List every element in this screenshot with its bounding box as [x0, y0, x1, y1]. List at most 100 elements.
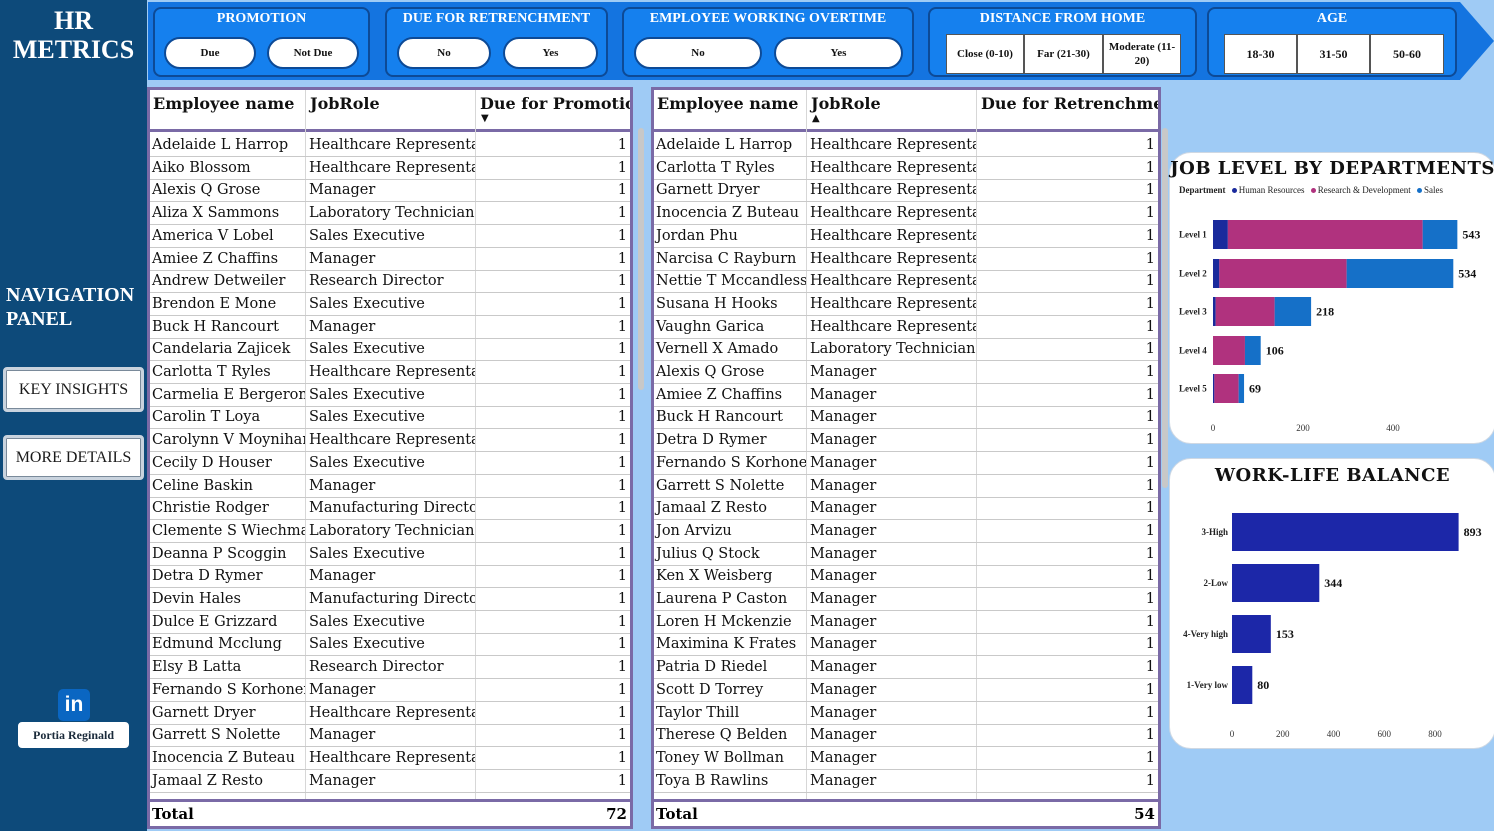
job-level-bar-segment[interactable]	[1213, 220, 1228, 249]
work-life-bar[interactable]	[1232, 615, 1271, 653]
job-level-bar-segment[interactable]	[1227, 220, 1423, 249]
table-row[interactable]: Toya B Rawlins Manager 1	[654, 770, 1158, 793]
linkedin-icon[interactable]: in	[58, 689, 90, 721]
table-row[interactable]: Inocencia Z Buteau Healthcare Representat…	[654, 202, 1158, 226]
table-row[interactable]: Buck H Rancourt Manager 1	[150, 316, 630, 339]
table-row[interactable]: Edmund Mcclung Sales Executive 1	[150, 633, 630, 657]
table-row[interactable]: Taylor Thill Manager 1	[654, 702, 1158, 725]
table-row[interactable]: Carmelia E Bergeron Sales Executive 1	[150, 384, 630, 407]
job-level-bar-segment[interactable]	[1214, 374, 1239, 403]
job-level-bar-segment[interactable]	[1422, 220, 1458, 249]
promotion-col-due-for-promotion[interactable]: Due for Promotion	[477, 90, 630, 129]
age-50-60-option[interactable]: 50-60	[1370, 34, 1444, 74]
promotion-not-due-option[interactable]: Not Due	[267, 37, 359, 69]
overtime-no-option[interactable]: No	[634, 37, 762, 69]
retrenchment-table-scrollbar[interactable]	[1162, 128, 1168, 488]
key-insights-button[interactable]: KEY INSIGHTS	[3, 367, 144, 412]
overtime-yes-option[interactable]: Yes	[774, 37, 903, 69]
job-level-bar-segment[interactable]	[1213, 374, 1215, 403]
table-row[interactable]: Susana H Hooks Healthcare Representative 1	[654, 293, 1158, 316]
table-row[interactable]: Dulce E Grizzard Sales Executive 1	[150, 611, 630, 634]
table-row[interactable]: Garnett Dryer Healthcare Representative 1	[654, 179, 1158, 203]
table-row[interactable]: Elsy B Latta Research Director 1	[150, 656, 630, 680]
table-row[interactable]: Patria D Riedel Manager 1	[654, 656, 1158, 680]
job-level-bar-segment[interactable]	[1274, 297, 1312, 326]
table-row[interactable]: Deanna P Scoggin Sales Executive 1	[150, 543, 630, 566]
table-row[interactable]: Devin Hales Manufacturing Director 1	[150, 588, 630, 611]
table-row[interactable]: Detra D Rymer Manager 1	[150, 565, 630, 589]
table-row[interactable]: Detra D Rymer Manager 1	[654, 429, 1158, 453]
table-row[interactable]: Celine Baskin Manager 1	[150, 475, 630, 498]
table-row[interactable]: Fernando S Korhonen Manager 1	[150, 679, 630, 702]
retrenchment-no-option[interactable]: No	[397, 37, 491, 69]
table-row[interactable]: Amiee Z Chaffins Manager 1	[150, 248, 630, 271]
distance-close-option[interactable]: Close (0-10)	[946, 34, 1024, 74]
table-row[interactable]: Aiko Blossom Healthcare Representative 1	[150, 157, 630, 180]
table-row[interactable]: Aliza X Sammons Laboratory Technician 1	[150, 202, 630, 226]
table-row[interactable]: Jamaal Z Resto Manager 1	[654, 497, 1158, 521]
table-row[interactable]: Adelaide L Harrop Healthcare Representati…	[654, 134, 1158, 157]
age-31-50-option[interactable]: 31-50	[1297, 34, 1370, 74]
retrenchment-col-jobrole[interactable]: JobRole	[808, 90, 976, 129]
table-row[interactable]: Clemente S WiechmannLaboratory Technicia…	[150, 520, 630, 543]
table-row[interactable]: Inocencia Z Buteau Healthcare Representat…	[150, 747, 630, 770]
job-level-bar-segment[interactable]	[1213, 336, 1245, 365]
promotion-due-option[interactable]: Due	[164, 37, 256, 69]
table-row[interactable]: America V Lobel Sales Executive 1	[150, 225, 630, 248]
table-row[interactable]: Therese Q Belden Manager 1	[654, 724, 1158, 748]
author-name-badge[interactable]: Portia Reginald	[18, 722, 129, 748]
table-row[interactable]: Garnett Dryer Healthcare Representative 1	[150, 702, 630, 725]
table-row[interactable]: Alexis Q Grose Manager 1	[654, 361, 1158, 384]
distance-far-option[interactable]: Far (21-30)	[1024, 34, 1103, 74]
work-life-bar[interactable]	[1232, 666, 1253, 704]
table-row[interactable]: Garrett S Nolette Manager 1	[150, 724, 630, 748]
table-row[interactable]: Jamaal Z Resto Manager 1	[150, 770, 630, 793]
promotion-table-scrollbar[interactable]	[638, 128, 644, 390]
sort-ascending-icon[interactable]: ▲	[812, 113, 820, 124]
job-level-bar-segment[interactable]	[1219, 259, 1347, 288]
table-row[interactable]: Toney W Bollman Manager 1	[654, 747, 1158, 770]
job-level-bar-segment[interactable]	[1238, 374, 1245, 403]
work-life-bar[interactable]	[1232, 564, 1320, 602]
retrenchment-col-due-for-retrenchment[interactable]: Due for Retrenchment	[978, 90, 1158, 129]
table-row[interactable]: Jon Arvizu Manager 1	[654, 520, 1158, 543]
job-level-bar-segment[interactable]	[1244, 336, 1261, 365]
table-row[interactable]: Nettie T MccandlessHealthcare Representa…	[654, 270, 1158, 294]
age-18-30-option[interactable]: 18-30	[1224, 34, 1297, 74]
table-row[interactable]: Cecily D Houser Sales Executive 1	[150, 452, 630, 475]
table-row[interactable]: Jordan Phu Healthcare Representative 1	[654, 225, 1158, 248]
table-row[interactable]: Garrett S Nolette Manager 1	[654, 475, 1158, 498]
promotion-col-employee-name[interactable]: Employee name	[150, 90, 305, 129]
table-row[interactable]: Carolin T Loya Sales Executive 1	[150, 406, 630, 430]
table-row[interactable]: Carlotta T Ryles Healthcare Representativ…	[150, 361, 630, 384]
table-row[interactable]: Buck H Rancourt Manager 1	[654, 406, 1158, 430]
table-row[interactable]: Scott D Torrey Manager 1	[654, 679, 1158, 702]
promotion-col-jobrole[interactable]: JobRole	[307, 90, 475, 129]
table-row[interactable]: Carolynn V MoynihanHealthcare Representa…	[150, 429, 630, 453]
job-level-bar-segment[interactable]	[1215, 297, 1275, 326]
table-row[interactable]: Adelaide L Harrop Healthcare Representati…	[150, 134, 630, 157]
table-row[interactable]: Brendon E Mone Sales Executive 1	[150, 293, 630, 316]
table-row[interactable]: Andrew Detweiler Research Director 1	[150, 270, 630, 294]
job-level-bar-segment[interactable]	[1213, 259, 1220, 288]
job-level-bar-segment[interactable]	[1346, 259, 1454, 288]
table-row[interactable]: Narcisa C Rayburn Healthcare Representati…	[654, 248, 1158, 271]
table-row[interactable]: Christie Rodger Manufacturing Director 1	[150, 497, 630, 521]
table-row[interactable]: Fernando S Korhonen Manager 1	[654, 452, 1158, 475]
table-row[interactable]: Vernell X Amado Laboratory Technician 1	[654, 338, 1158, 362]
sort-descending-icon[interactable]: ▼	[481, 113, 489, 124]
retrenchment-yes-option[interactable]: Yes	[503, 37, 598, 69]
distance-moderate-option[interactable]: Moderate (11-20)	[1103, 34, 1181, 74]
table-row[interactable]: Alexis Q Grose Manager 1	[150, 179, 630, 203]
work-life-bar[interactable]	[1232, 513, 1459, 551]
table-row[interactable]: Laurena P Caston Manager 1	[654, 588, 1158, 611]
job-level-bar-segment[interactable]	[1213, 297, 1216, 326]
table-row[interactable]: Maximina K Frates Manager 1	[654, 633, 1158, 657]
table-row[interactable]: Julius Q Stock Manager 1	[654, 543, 1158, 566]
table-row[interactable]: Vaughn Garica Healthcare Representative 1	[654, 316, 1158, 339]
table-row[interactable]: Carlotta T Ryles Healthcare Representativ…	[654, 157, 1158, 180]
table-row[interactable]: Amiee Z Chaffins Manager 1	[654, 384, 1158, 407]
table-row[interactable]: Ken X Weisberg Manager 1	[654, 565, 1158, 589]
table-row[interactable]: Candelaria Zajicek Sales Executive 1	[150, 338, 630, 362]
retrenchment-col-employee-name[interactable]: Employee name	[654, 90, 806, 129]
